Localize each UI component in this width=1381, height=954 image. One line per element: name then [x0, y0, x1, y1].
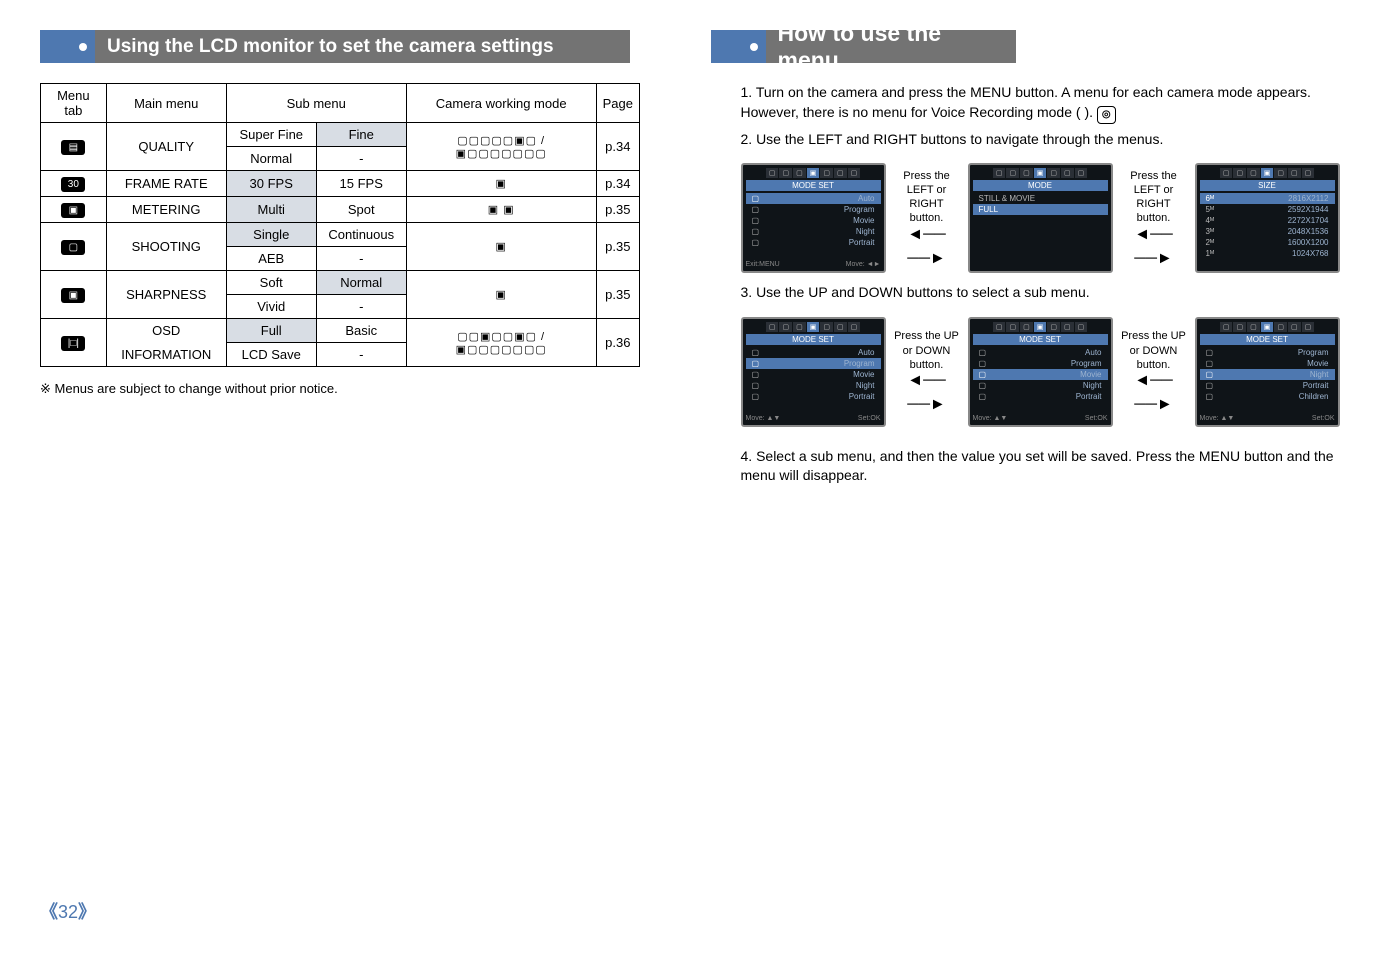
cell-sub: Spot — [316, 197, 406, 223]
menu-panel: ▢▢▢▣▢▢▢MODESTILL & MOVIEFULL — [968, 163, 1113, 273]
menu-panel: ▢▢▢▣▢▢▢MODE SET▢Auto▢Program▢Movie▢Night… — [741, 317, 886, 427]
cell-sub: 30 FPS — [226, 171, 316, 197]
cell-main: QUALITY — [106, 123, 226, 171]
flow-caption: Press the UP or DOWN button. — [1119, 329, 1189, 372]
cell-sub: Full — [226, 319, 316, 343]
cell-page: p.34 — [596, 123, 639, 171]
cell-sub: AEB — [226, 247, 316, 271]
step-4: 4. Select a sub menu, and then the value… — [741, 447, 1342, 486]
cell-modes: ▣ — [406, 223, 596, 271]
table-row: 30 FRAME RATE 30 FPS 15 FPS ▣ p.34 — [41, 171, 640, 197]
cell-sub: - — [316, 343, 406, 367]
cell-sub: - — [316, 295, 406, 319]
table-row: ▣ SHARPNESS Soft Normal ▣ p.35 — [41, 271, 640, 295]
arrow-icon: ◄────► — [1119, 372, 1189, 414]
cell-sub: - — [316, 147, 406, 171]
left-heading: Using the LCD monitor to set the camera … — [40, 30, 671, 63]
cell-main: SHOOTING — [106, 223, 226, 271]
cell-main: OSD — [106, 319, 226, 343]
settings-table: Menu tab Main menu Sub menu Camera worki… — [40, 83, 640, 367]
sharpness-tab-icon: ▣ — [61, 288, 85, 303]
cell-sub: Normal — [226, 147, 316, 171]
step-3: 3. Use the UP and DOWN buttons to select… — [741, 283, 1342, 303]
cell-modes: ▣ ▣ — [406, 197, 596, 223]
table-header-row: Menu tab Main menu Sub menu Camera worki… — [41, 84, 640, 123]
menu-panel: ▢▢▢▣▢▢▢MODE SET▢Auto▢Program▢Movie▢Night… — [968, 317, 1113, 427]
cell-page: p.35 — [596, 271, 639, 319]
cell-sub: 15 FPS — [316, 171, 406, 197]
cell-modes: ▢▢▣▢▢▣▢ / ▣▢▢▢▢▢▢▢ — [406, 319, 596, 367]
th-page: Page — [596, 84, 639, 123]
page-number-prefix: 《 — [40, 902, 58, 922]
flow-caption: Press the UP or DOWN button. — [892, 329, 962, 372]
cell-page: p.36 — [596, 319, 639, 367]
cell-main: METERING — [106, 197, 226, 223]
arrow-icon: ◄────► — [892, 372, 962, 414]
cell-page: p.35 — [596, 223, 639, 271]
step-1: 1. Turn on the camera and press the MENU… — [741, 83, 1342, 124]
cell-sub: Super Fine — [226, 123, 316, 147]
page-number-value: 32 — [58, 902, 78, 922]
menu-panel: ▢▢▢▣▢▢▢SIZE6ᴹ2816X21125ᴹ2592X19444ᴹ2272X… — [1195, 163, 1340, 273]
cell-main: INFORMATION — [106, 343, 226, 367]
flow-caption: Press the LEFT or RIGHT button. — [1119, 169, 1189, 226]
cell-page: p.34 — [596, 171, 639, 197]
cell-modes: ▣ — [406, 271, 596, 319]
heading-bullet-icon — [40, 30, 95, 63]
right-heading: How to use the menu — [711, 30, 1342, 63]
cell-modes: ▢▢▢▢▢▣▢ / ▣▢▢▢▢▢▢▢ — [406, 123, 596, 171]
framerate-tab-icon: 30 — [61, 177, 85, 192]
menu-panel: ▢▢▢▣▢▢▢MODE SET▢Program▢Movie▢Night▢Port… — [1195, 317, 1340, 427]
th-menu-tab: Menu tab — [41, 84, 107, 123]
arrow-icon: ◄────► — [892, 226, 962, 268]
menu-flow-1: ▢▢▢▣▢▢▢MODE SET▢Auto▢Program▢Movie▢Night… — [741, 163, 1342, 273]
table-row: ▣ METERING Multi Spot ▣ ▣ p.35 — [41, 197, 640, 223]
cell-sub: Basic — [316, 319, 406, 343]
metering-tab-icon: ▣ — [61, 203, 85, 218]
menu-flow-2: ▢▢▢▣▢▢▢MODE SET▢Auto▢Program▢Movie▢Night… — [741, 317, 1342, 427]
arrow-icon: ◄────► — [1119, 226, 1189, 268]
table-row: |□| OSD Full Basic ▢▢▣▢▢▣▢ / ▣▢▢▢▢▢▢▢ p.… — [41, 319, 640, 343]
cell-sub: LCD Save — [226, 343, 316, 367]
osd-tab-icon: |□| — [61, 336, 85, 351]
cell-main: SHARPNESS — [106, 271, 226, 319]
th-main-menu: Main menu — [106, 84, 226, 123]
cell-sub: Multi — [226, 197, 316, 223]
step-2: 2. Use the LEFT and RIGHT buttons to nav… — [741, 130, 1342, 150]
page-number: 《32》 — [40, 898, 96, 924]
step-1-text: 1. Turn on the camera and press the MENU… — [741, 84, 1311, 120]
cell-sub: Continuous — [316, 223, 406, 247]
table-row: ▤ QUALITY Super Fine Fine ▢▢▢▢▢▣▢ / ▣▢▢▢… — [41, 123, 640, 147]
footnote: ※ Menus are subject to change without pr… — [40, 381, 671, 397]
cell-sub: Fine — [316, 123, 406, 147]
page-number-suffix: 》 — [78, 902, 96, 922]
th-working-mode: Camera working mode — [406, 84, 596, 123]
quality-tab-icon: ▤ — [61, 140, 85, 155]
cell-main: FRAME RATE — [106, 171, 226, 197]
table-row: ▢ SHOOTING Single Continuous ▣ p.35 — [41, 223, 640, 247]
flow-caption: Press the LEFT or RIGHT button. — [892, 169, 962, 226]
cell-sub: Single — [226, 223, 316, 247]
shooting-tab-icon: ▢ — [61, 240, 85, 255]
menu-panel: ▢▢▢▣▢▢▢MODE SET▢Auto▢Program▢Movie▢Night… — [741, 163, 886, 273]
heading-bullet-icon — [711, 30, 766, 63]
cell-sub: - — [316, 247, 406, 271]
th-sub-menu: Sub menu — [226, 84, 406, 123]
cell-sub: Soft — [226, 271, 316, 295]
cell-modes: ▣ — [406, 171, 596, 197]
right-heading-text: How to use the menu — [766, 30, 1016, 63]
left-heading-text: Using the LCD monitor to set the camera … — [95, 30, 630, 63]
voice-record-icon: ◎ — [1097, 106, 1116, 124]
cell-sub: Normal — [316, 271, 406, 295]
cell-page: p.35 — [596, 197, 639, 223]
cell-sub: Vivid — [226, 295, 316, 319]
